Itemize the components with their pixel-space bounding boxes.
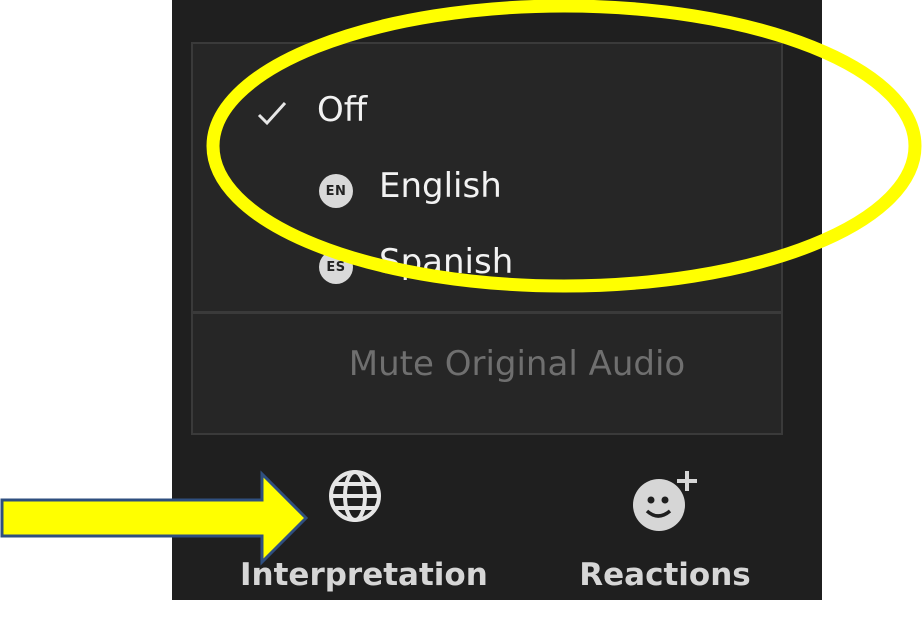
reactions-label: Reactions bbox=[579, 557, 751, 593]
interpretation-menu: Off EN English ES Spanish Mute Original … bbox=[191, 42, 783, 435]
menu-item-english[interactable]: EN English bbox=[193, 156, 781, 226]
emoji-add-icon bbox=[633, 471, 697, 531]
language-badge-icon: ES bbox=[319, 250, 353, 284]
globe-icon bbox=[329, 470, 381, 522]
language-badge-icon: EN bbox=[319, 174, 353, 208]
menu-divider bbox=[193, 311, 781, 314]
arrow-annotation bbox=[0, 470, 309, 566]
menu-item-label: Off bbox=[317, 90, 368, 130]
mute-original-audio-item[interactable]: Mute Original Audio bbox=[193, 344, 781, 384]
menu-item-spanish[interactable]: ES Spanish bbox=[193, 232, 781, 302]
menu-item-label: Spanish bbox=[379, 242, 514, 282]
menu-item-label: English bbox=[379, 166, 502, 206]
menu-item-off[interactable]: Off bbox=[193, 80, 781, 150]
check-icon bbox=[257, 101, 287, 126]
reactions-button[interactable]: Reactions bbox=[550, 465, 780, 595]
